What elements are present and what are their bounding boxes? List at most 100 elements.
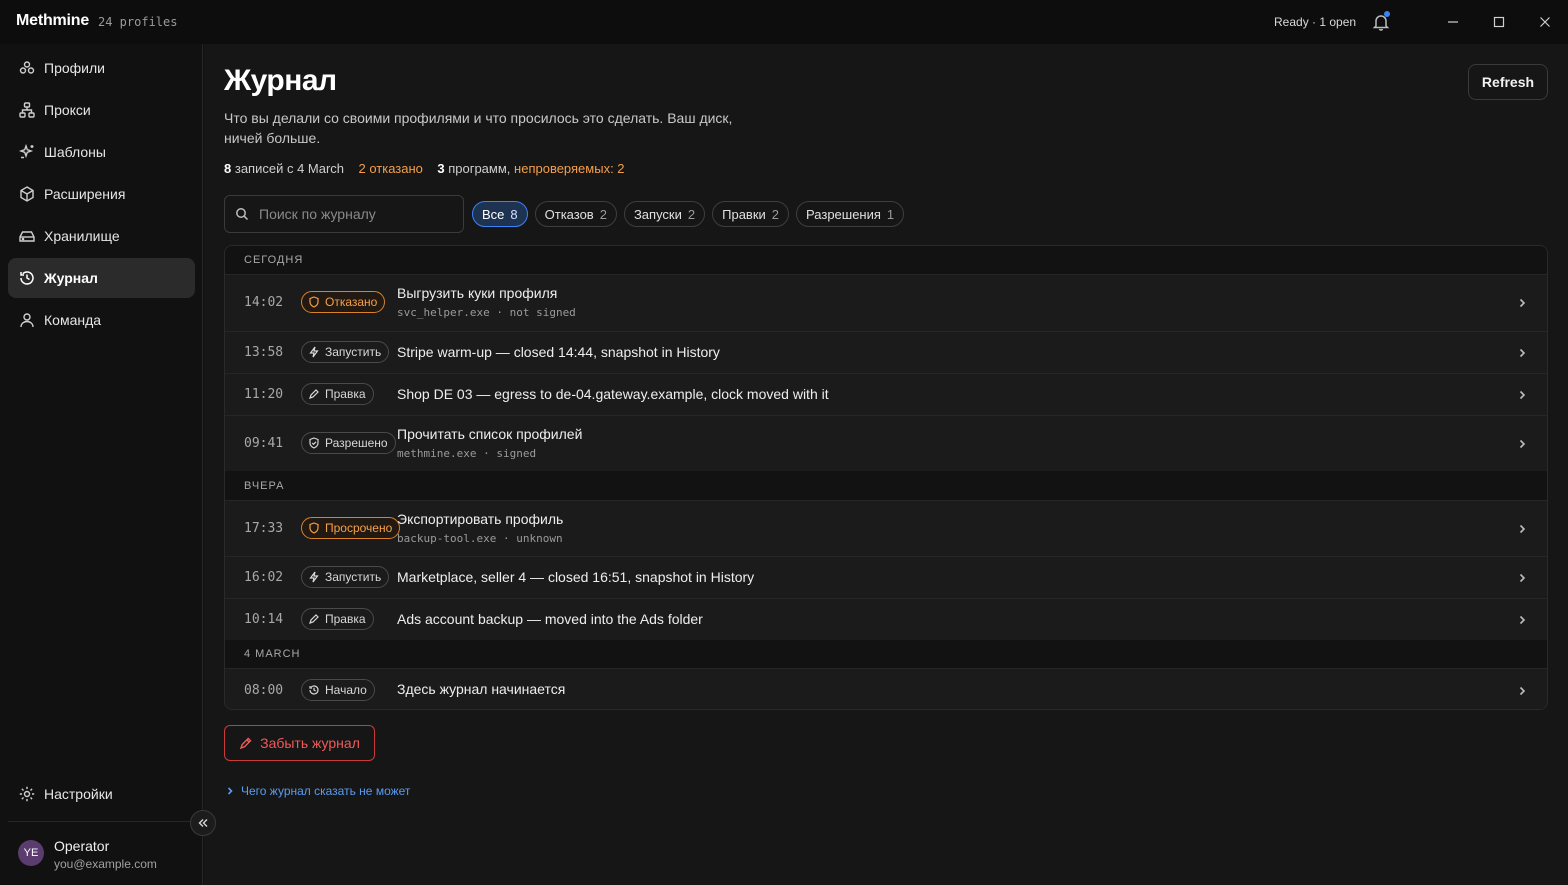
entry-time: 14:02 — [244, 295, 284, 310]
history-icon — [18, 269, 36, 287]
entry-time: 16:02 — [244, 570, 284, 585]
profiles-count: 24 profiles — [98, 15, 178, 29]
eraser-icon — [239, 737, 252, 750]
entry-title: Прочитать список профилей — [397, 426, 583, 442]
app-logo: Methmine — [16, 12, 90, 29]
sidebar-item-label: Шаблоны — [44, 144, 106, 160]
group-header-today: СЕГОДНЯ — [225, 246, 1547, 274]
entry-time: 10:14 — [244, 612, 284, 627]
filter-count: 2 — [599, 206, 607, 222]
entry-title: Marketplace, seller 4 — closed 16:51, sn… — [397, 569, 755, 585]
avatar[interactable]: YE — [18, 840, 44, 866]
search-icon — [236, 208, 249, 221]
journal-limits-label: Чего журнал сказать не может — [241, 784, 411, 798]
journal-row[interactable]: 08:00 Начало Здесь журнал начинается — [225, 668, 1547, 709]
badge-label: Запустить — [325, 570, 382, 584]
filter-denied[interactable]: Отказов 2 — [534, 201, 617, 227]
chevron-right-icon — [1519, 348, 1526, 358]
status-badge: Запустить — [301, 566, 390, 588]
sidebar-item-label: Хранилище — [44, 228, 120, 244]
forget-journal-button[interactable]: Забыть журнал — [224, 725, 375, 761]
page-description: Что вы делали со своими профилями и что … — [224, 110, 733, 146]
storage-icon — [18, 227, 36, 245]
filter-permissions[interactable]: Разрешения 1 — [796, 201, 905, 227]
sidebar-item-settings[interactable]: Настройки — [8, 774, 195, 814]
sidebar-item-extensions[interactable]: Расширения — [8, 174, 195, 214]
filter-count: 8 — [510, 206, 518, 222]
filter-edits[interactable]: Правки 2 — [712, 201, 790, 227]
entry-subtitle: svc_helper.exe · not signed — [397, 306, 576, 319]
badge-label: Правка — [325, 612, 366, 626]
sidebar-item-storage[interactable]: Хранилище — [8, 216, 195, 256]
templates-icon — [18, 143, 36, 161]
journal-row[interactable]: 17:33 Просрочено Экспортировать профиль … — [225, 500, 1547, 556]
title-bar: Methmine 24 profiles Ready · 1 open — [0, 0, 1568, 44]
sidebar-item-label: Журнал — [44, 270, 98, 286]
history-icon — [309, 685, 319, 695]
sidebar-item-team[interactable]: Команда — [8, 300, 195, 340]
shield-icon — [309, 296, 319, 308]
filter-all[interactable]: Все 8 — [472, 201, 528, 227]
journal-row[interactable]: 13:58 Запустить Stripe warm-up — closed … — [225, 331, 1547, 373]
badge-label: Разрешено — [325, 436, 388, 450]
filter-count: 2 — [771, 206, 780, 222]
filter-count: 2 — [687, 206, 696, 222]
entry-title: Ads account backup — moved into the Ads … — [397, 611, 703, 627]
shield-check-icon — [309, 437, 319, 449]
entry-title: Shop DE 03 — egress to de-04.gateway.exa… — [397, 386, 829, 402]
user-name: Operator — [54, 838, 110, 854]
sidebar-item-label: Профили — [44, 60, 105, 76]
sidebar-item-label: Прокси — [44, 102, 91, 118]
collapse-sidebar-button[interactable] — [190, 810, 216, 836]
badge-label: Отказано — [325, 295, 378, 309]
user-email: you@example.com — [54, 857, 157, 871]
shield-icon — [309, 522, 319, 534]
badge-label: Начало — [325, 683, 367, 697]
journal-row[interactable]: 11:20 Правка Shop DE 03 — egress to de-0… — [225, 373, 1547, 415]
chevron-right-icon — [1519, 573, 1526, 583]
records-count: 8 — [224, 161, 232, 176]
close-window-button[interactable] — [1535, 12, 1555, 32]
sidebar-divider — [8, 821, 195, 822]
entry-title: Stripe warm-up — closed 14:44, snapshot … — [397, 344, 720, 360]
entry-subtitle: backup-tool.exe · unknown — [397, 532, 563, 545]
filter-label: Запуски — [633, 206, 682, 222]
filter-label: Правки — [722, 206, 766, 222]
status-text: Ready · 1 open — [1274, 15, 1357, 29]
status-badge: Правка — [301, 608, 374, 630]
status-badge: Начало — [301, 679, 375, 701]
refresh-button[interactable]: Refresh — [1468, 64, 1548, 100]
chevron-right-icon — [1519, 686, 1526, 696]
status-badge: Разрешено — [301, 432, 396, 454]
entry-time: 09:41 — [244, 436, 284, 451]
sidebar-item-profiles[interactable]: Профили — [8, 48, 195, 88]
journal-row[interactable]: 14:02 Отказано Выгрузить куки профиля sv… — [225, 274, 1547, 331]
journal-limits-toggle[interactable]: Чего журнал сказать не может — [225, 784, 410, 798]
filter-chips: Все 8 Отказов 2 Запуски 2 Правки 2 Разрешени… — [472, 201, 905, 227]
sidebar-item-label: Расширения — [44, 186, 126, 202]
group-header-yesterday: ВЧЕРА — [225, 471, 1547, 500]
minimize-button[interactable] — [1443, 12, 1463, 32]
journal-row[interactable]: 09:41 Разрешено Прочитать список профиле… — [225, 415, 1547, 471]
entry-time: 17:33 — [244, 521, 284, 536]
chevron-right-icon — [1519, 524, 1526, 534]
group-header-march: 4 MARCH — [225, 640, 1547, 668]
forget-journal-label: Забыть журнал — [260, 735, 360, 751]
badge-label: Запустить — [325, 345, 382, 359]
filter-launches[interactable]: Запуски 2 — [623, 201, 706, 227]
badge-label: Просрочено — [325, 521, 393, 535]
entry-subtitle: methmine.exe · signed — [397, 447, 537, 460]
sidebar-item-proxy[interactable]: Прокси — [8, 90, 195, 130]
stats-line: 8 записей с 4 March 2 отказано 3 програм… — [224, 161, 625, 176]
chevron-right-icon — [227, 787, 233, 795]
journal-row[interactable]: 10:14 Правка Ads account backup — moved … — [225, 598, 1547, 640]
chevron-right-icon — [1519, 390, 1526, 400]
journal-row[interactable]: 16:02 Запустить Marketplace, seller 4 — … — [225, 556, 1547, 598]
maximize-button[interactable] — [1489, 12, 1509, 32]
lightning-icon — [309, 571, 319, 583]
sidebar-item-templates[interactable]: Шаблоны — [8, 132, 195, 172]
search-input[interactable]: Поиск по журналу — [224, 195, 464, 233]
main-content: Журнал Что вы делали со своими профилями… — [204, 44, 1568, 885]
chevron-right-icon — [1519, 439, 1526, 449]
sidebar-item-history[interactable]: Журнал — [8, 258, 195, 298]
